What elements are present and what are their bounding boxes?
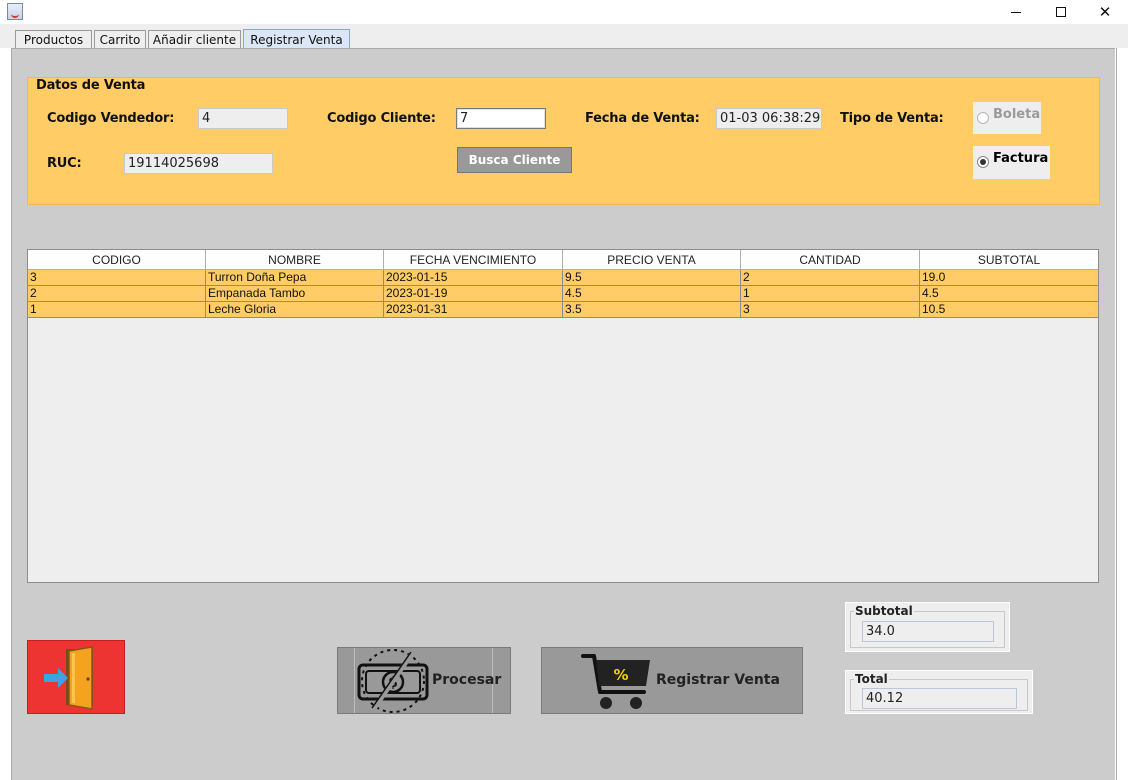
datos-venta-panel	[27, 77, 1100, 205]
exit-door-icon	[44, 646, 93, 710]
subtotal-group: Subtotal 34.0	[845, 602, 1010, 652]
factura-radio-circle	[977, 156, 989, 168]
cell-precio-venta: 9.5	[563, 270, 741, 286]
col-header-fecha-vencimiento[interactable]: FECHA VENCIMIENTO	[384, 250, 563, 270]
cell-precio-venta: 3.5	[563, 302, 741, 318]
cell-nombre: Empanada Tambo	[206, 286, 384, 302]
boleta-radio-circle	[977, 112, 989, 124]
factura-radio-label: Factura	[993, 151, 1049, 166]
tipo-venta-label: Tipo de Venta:	[840, 111, 944, 126]
codigo-vendedor-field[interactable]: 4	[198, 108, 288, 129]
cell-subtotal: 4.5	[922, 286, 939, 300]
boleta-radio[interactable]: Boleta	[973, 102, 1041, 134]
col-header-precio-venta[interactable]: PRECIO VENTA	[563, 250, 741, 270]
col-header-nombre[interactable]: NOMBRE	[206, 250, 384, 270]
ruc-label: RUC:	[47, 156, 82, 171]
datos-venta-title: Datos de Venta	[36, 78, 146, 93]
minimize-button[interactable]	[993, 0, 1039, 24]
cell-cantidad: 1	[741, 286, 920, 302]
subtotal-field[interactable]: 34.0	[862, 621, 994, 642]
cart-icon: %	[581, 654, 650, 709]
cell-nombre: Turron Doña Pepa	[206, 270, 384, 286]
table-header: CODIGO NOMBRE FECHA VENCIMIENTO PRECIO V…	[28, 250, 1098, 270]
registrar-venta-label: Registrar Venta	[656, 672, 780, 688]
cell-cantidad: 2	[741, 270, 920, 286]
total-title: Total	[854, 672, 889, 686]
maximize-button[interactable]	[1038, 0, 1084, 24]
svg-text:%: %	[613, 666, 628, 684]
total-group: Total 40.12	[845, 670, 1033, 714]
busca-cliente-button[interactable]: Busca Cliente	[457, 147, 572, 173]
table-row[interactable]: 2 Empanada Tambo 2023-01-19 4.5 1 4.5	[28, 286, 1098, 302]
table-row[interactable]: 3 Turron Doña Pepa 2023-01-15 9.5 2 19.0	[28, 270, 1098, 286]
app-window: ✕ Productos Carrito Añadir cliente Regis…	[0, 0, 1128, 780]
codigo-cliente-input[interactable]: 7	[456, 108, 546, 129]
tab-registrar-venta[interactable]: Registrar Venta	[243, 29, 350, 49]
cell-fecha-vencimiento: 2023-01-31	[384, 302, 563, 318]
col-header-codigo[interactable]: CODIGO	[28, 250, 206, 270]
money-icon: $	[357, 649, 429, 713]
exit-button[interactable]	[27, 640, 125, 714]
codigo-cliente-label: Codigo Cliente:	[327, 111, 436, 126]
cell-fecha-vencimiento: 2023-01-15	[384, 270, 563, 286]
table-row[interactable]: 1 Leche Gloria 2023-01-31 3.5 3 10.5	[28, 302, 1098, 318]
minimize-icon	[1011, 11, 1021, 13]
cell-subtotal: 19.0	[922, 270, 946, 284]
maximize-icon	[1056, 7, 1066, 17]
tab-productos[interactable]: Productos	[15, 30, 92, 48]
title-bar: ✕	[0, 0, 1128, 24]
fecha-venta-field[interactable]: 01-03 06:38:29	[716, 108, 822, 129]
cell-codigo: 2	[28, 286, 206, 302]
ruc-field[interactable]: 19114025698	[124, 153, 273, 174]
cell-codigo: 1	[28, 302, 206, 318]
subtotal-title: Subtotal	[854, 604, 914, 618]
cell-precio-venta: 4.5	[563, 286, 741, 302]
close-button[interactable]: ✕	[1082, 0, 1128, 24]
fecha-venta-label: Fecha de Venta:	[585, 111, 700, 126]
tab-carrito[interactable]: Carrito	[94, 30, 146, 48]
codigo-vendedor-label: Codigo Vendedor:	[47, 111, 175, 126]
cell-cantidad: 3	[741, 302, 920, 318]
total-field[interactable]: 40.12	[862, 688, 1017, 709]
cell-nombre: Leche Gloria	[206, 302, 384, 318]
venta-table[interactable]: CODIGO NOMBRE FECHA VENCIMIENTO PRECIO V…	[27, 249, 1099, 583]
java-app-icon	[7, 3, 23, 20]
cell-subtotal: 10.5	[922, 302, 946, 316]
col-header-subtotal[interactable]: SUBTOTAL	[920, 250, 1098, 270]
factura-radio[interactable]: Factura	[973, 146, 1050, 179]
cell-fecha-vencimiento: 2023-01-19	[384, 286, 563, 302]
panel-right-edge	[1116, 48, 1128, 780]
tab-anadir-cliente[interactable]: Añadir cliente	[148, 30, 241, 48]
boleta-radio-label: Boleta	[993, 107, 1041, 122]
cell-codigo: 3	[28, 270, 206, 286]
close-icon: ✕	[1098, 2, 1112, 21]
procesar-label: Procesar	[432, 672, 502, 688]
col-header-cantidad[interactable]: CANTIDAD	[741, 250, 920, 270]
